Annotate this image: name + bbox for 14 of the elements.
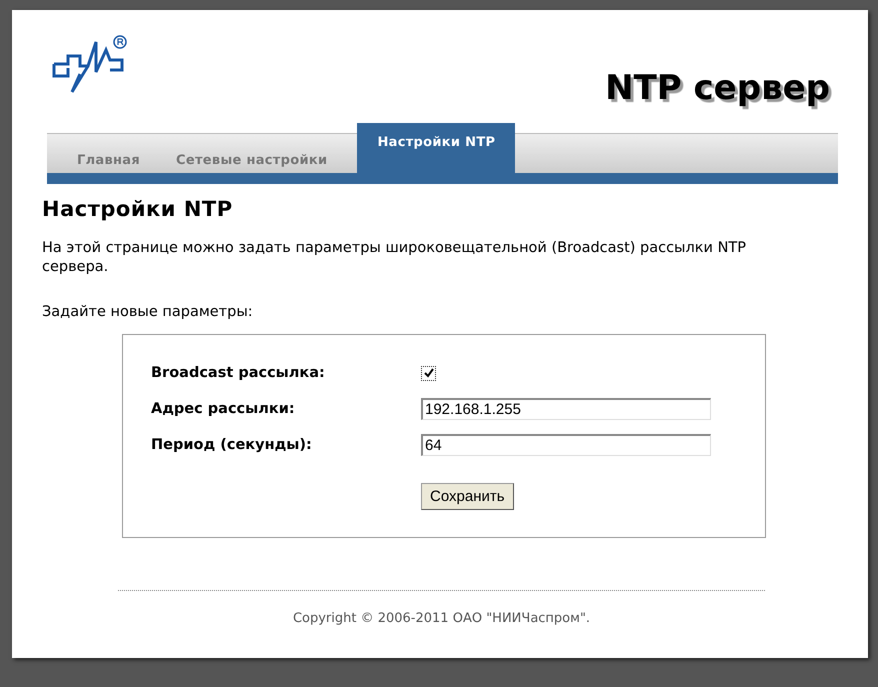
nav-tab[interactable]: Настройки NTP bbox=[357, 123, 516, 173]
copyright-text: Copyright © 2006-2011 ОАО "НИИЧаспром". bbox=[292, 611, 590, 626]
page-title: NTP сервер bbox=[605, 68, 830, 108]
save-button[interactable]: Сохранить bbox=[421, 483, 514, 510]
logo-icon bbox=[50, 34, 128, 96]
field-label: Период (секунды): bbox=[151, 437, 313, 453]
field-label: Адрес рассылки: bbox=[151, 401, 296, 417]
text-field[interactable]: 192.168.1.255 bbox=[421, 398, 711, 420]
prompt-text: Задайте новые параметры: bbox=[42, 303, 254, 322]
section-heading: Настройки NTP bbox=[42, 197, 234, 221]
description-text: На этой странице можно задать параметры широковещательной (Broadcast) рассылки NTP сервера. bbox=[42, 239, 748, 277]
text-field[interactable]: 64 bbox=[421, 434, 711, 456]
broadcast-checkbox[interactable] bbox=[421, 366, 436, 380]
field-label: Broadcast рассылка: bbox=[151, 365, 326, 381]
